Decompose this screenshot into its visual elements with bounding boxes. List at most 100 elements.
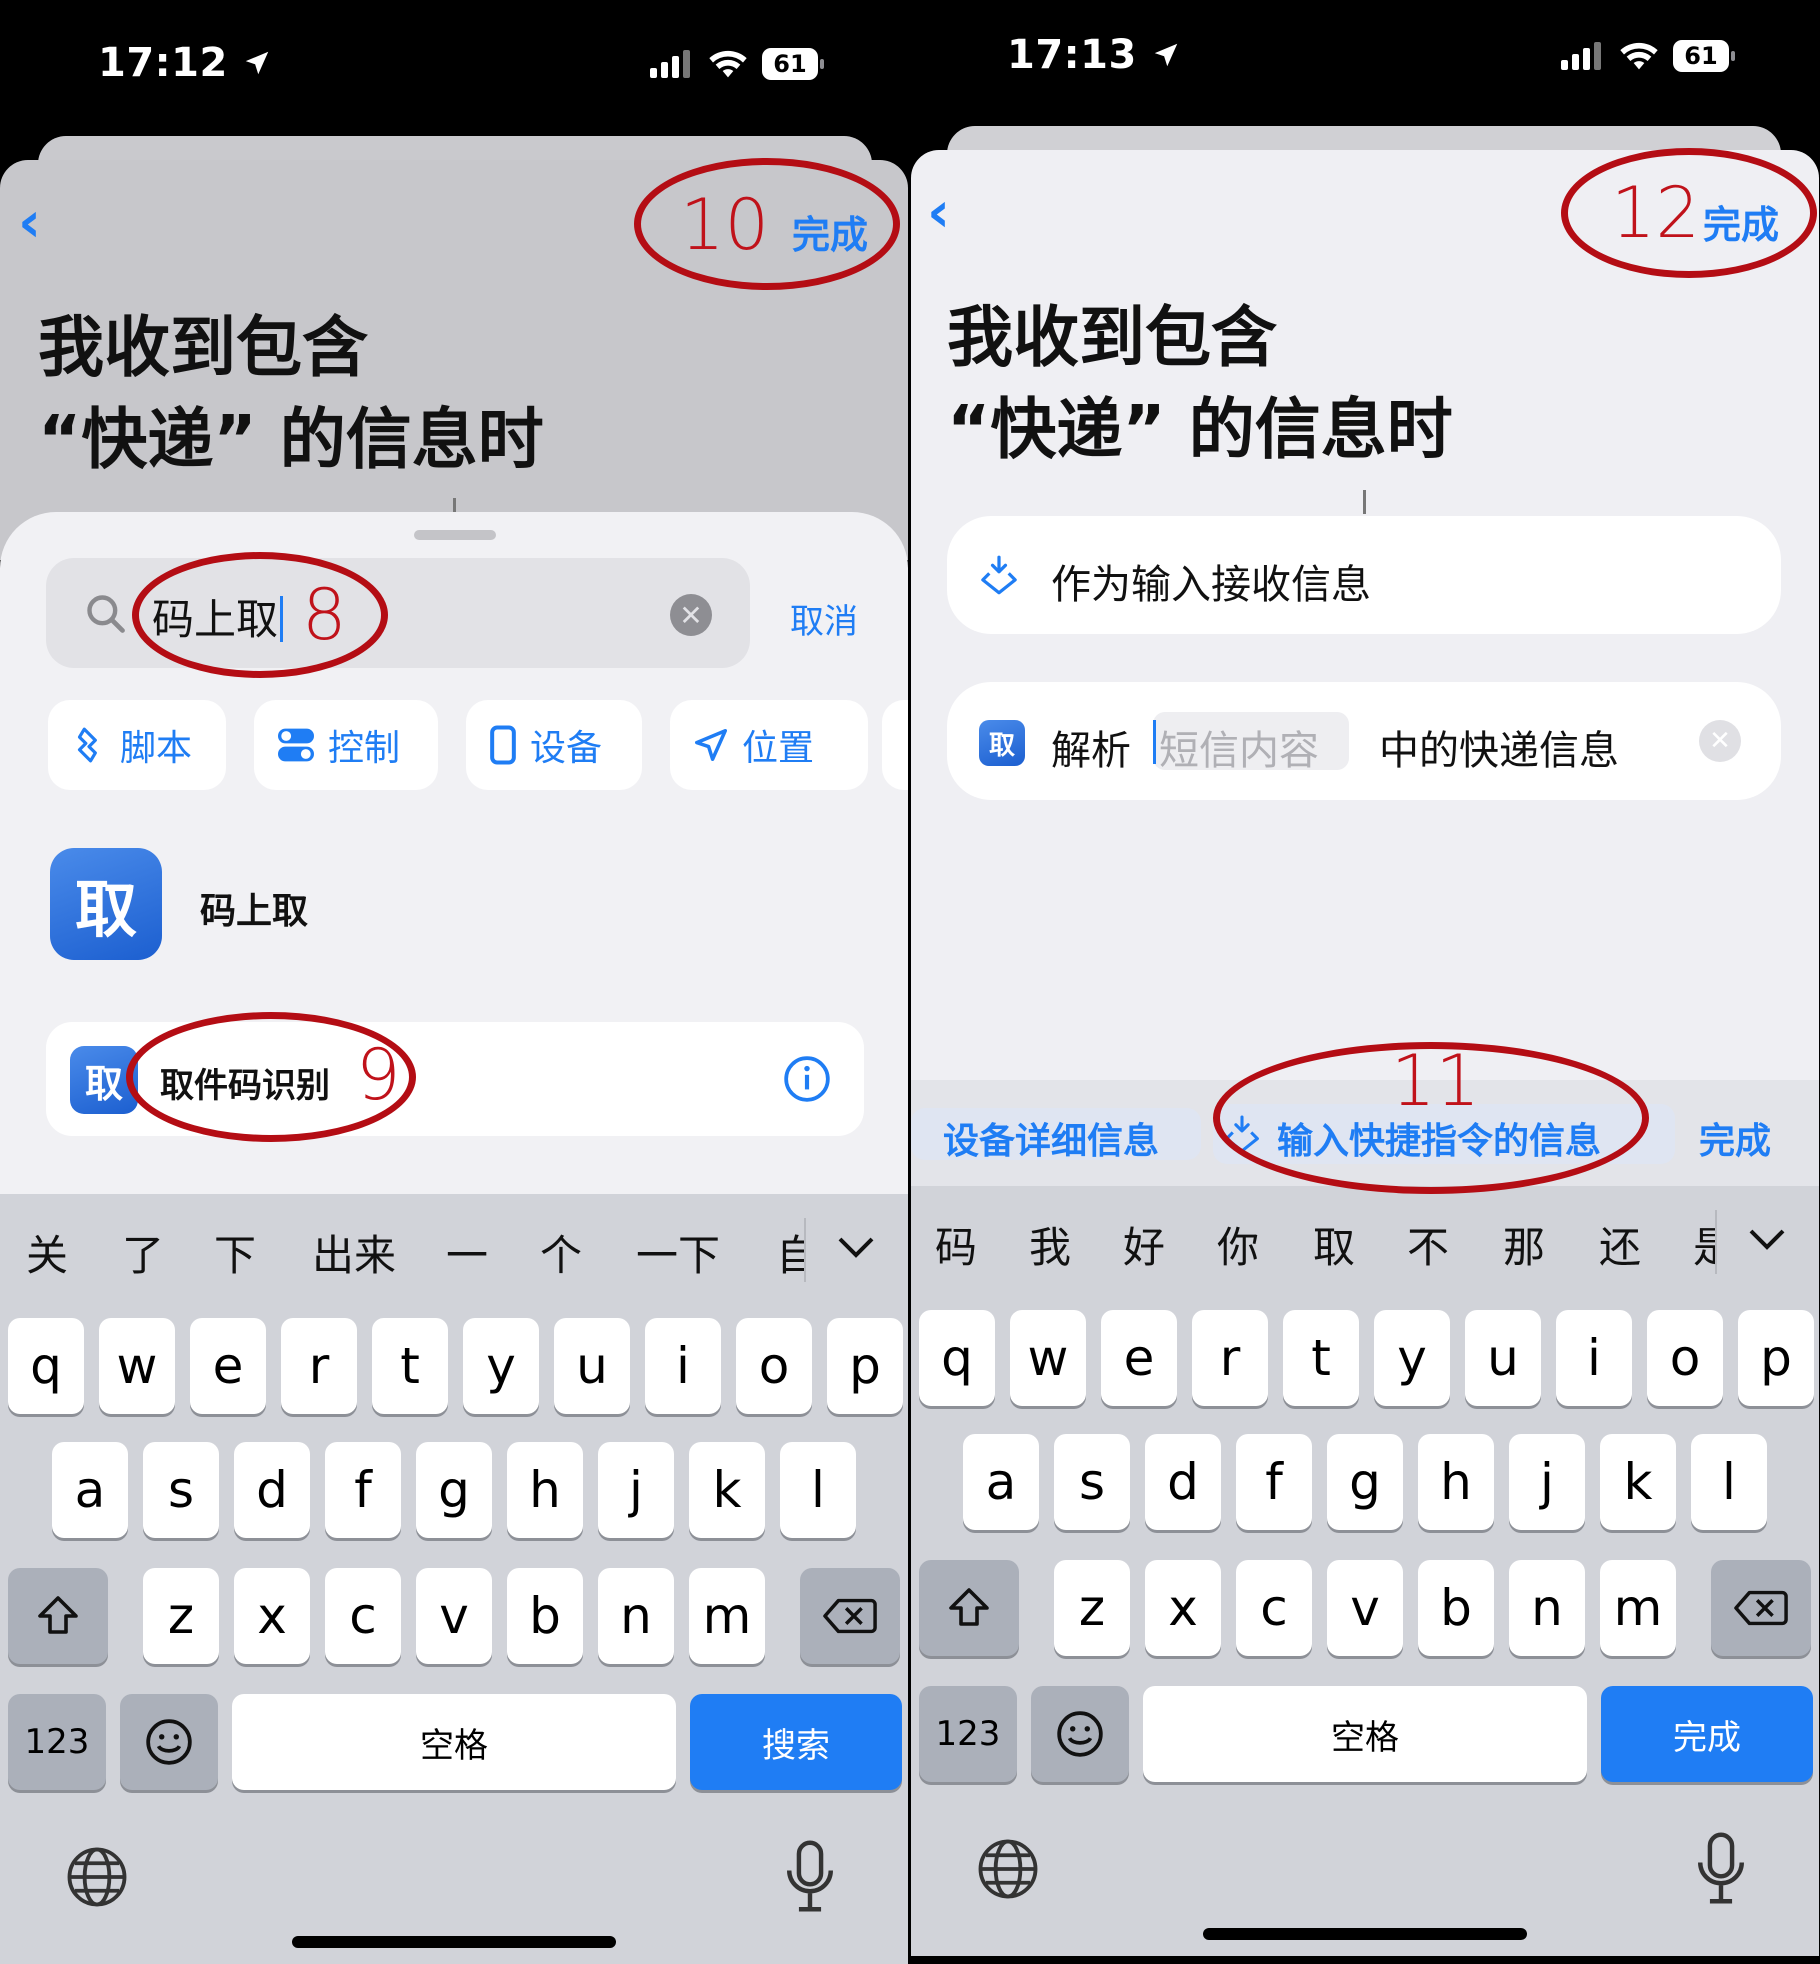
key-o[interactable]: o (736, 1318, 812, 1414)
key-g[interactable]: g (416, 1442, 492, 1538)
home-indicator[interactable] (292, 1936, 616, 1948)
chip-more[interactable] (882, 700, 908, 790)
key-j[interactable]: j (598, 1442, 674, 1538)
key-p[interactable]: p (1738, 1310, 1814, 1406)
space-key[interactable]: 空格 (232, 1694, 676, 1790)
key-k[interactable]: k (689, 1442, 765, 1538)
home-indicator[interactable] (1203, 1928, 1527, 1940)
chip-control[interactable]: 控制 (254, 700, 438, 790)
key-s[interactable]: s (1054, 1434, 1130, 1530)
key-g[interactable]: g (1327, 1434, 1403, 1530)
key-k[interactable]: k (1600, 1434, 1676, 1530)
key-c[interactable]: c (325, 1568, 401, 1664)
done-key[interactable]: 完成 (1601, 1686, 1813, 1782)
key-h[interactable]: h (1418, 1434, 1494, 1530)
key-j[interactable]: j (1509, 1434, 1585, 1530)
key-e[interactable]: e (190, 1318, 266, 1414)
candidate[interactable]: 码 (935, 1214, 977, 1275)
candidate[interactable]: 我 (1029, 1214, 1071, 1275)
action-parse-message[interactable]: 取 解析 短信内容 中的快递信息 ✕ (947, 682, 1781, 800)
candidate[interactable]: 关 (26, 1222, 68, 1283)
action-receive-input[interactable]: 作为输入接收信息 (947, 516, 1781, 634)
back-chevron-icon[interactable]: ‹ (927, 180, 950, 245)
key-x[interactable]: x (1145, 1560, 1221, 1656)
key-a[interactable]: a (963, 1434, 1039, 1530)
candidate[interactable]: 还 (1599, 1214, 1641, 1275)
key-m[interactable]: m (689, 1568, 765, 1664)
key-z[interactable]: z (143, 1568, 219, 1664)
emoji-key[interactable] (120, 1694, 218, 1790)
info-icon[interactable] (782, 1054, 832, 1104)
key-v[interactable]: v (1327, 1560, 1403, 1656)
candidate[interactable]: 出来 (312, 1222, 396, 1283)
delete-key[interactable] (1711, 1560, 1811, 1656)
key-b[interactable]: b (1418, 1560, 1494, 1656)
emoji-key[interactable] (1031, 1686, 1129, 1782)
globe-icon[interactable] (64, 1844, 130, 1910)
candidate[interactable]: 了 (122, 1222, 164, 1283)
key-s[interactable]: s (143, 1442, 219, 1538)
key-d[interactable]: d (1145, 1434, 1221, 1530)
key-q[interactable]: q (919, 1310, 995, 1406)
microphone-icon[interactable] (1693, 1832, 1749, 1904)
key-o[interactable]: o (1647, 1310, 1723, 1406)
candidate[interactable]: 那 (1503, 1214, 1545, 1275)
key-l[interactable]: l (780, 1442, 856, 1538)
parameter-field[interactable]: 短信内容 (1153, 712, 1349, 774)
candidate[interactable]: 下 (214, 1222, 256, 1283)
candidate[interactable]: 自 (776, 1222, 806, 1283)
delete-key[interactable] (800, 1568, 900, 1664)
key-n[interactable]: n (1509, 1560, 1585, 1656)
key-p[interactable]: p (827, 1318, 903, 1414)
chevron-down-icon[interactable] (836, 1234, 876, 1260)
key-a[interactable]: a (52, 1442, 128, 1538)
app-result-name[interactable]: 码上取 (200, 882, 308, 934)
key-v[interactable]: v (416, 1568, 492, 1664)
space-key[interactable]: 空格 (1143, 1686, 1587, 1782)
microphone-icon[interactable] (782, 1840, 838, 1912)
candidate[interactable]: 取 (1313, 1214, 1355, 1275)
key-i[interactable]: i (645, 1318, 721, 1414)
key-t[interactable]: t (1283, 1310, 1359, 1406)
chip-device[interactable]: 设备 (466, 700, 642, 790)
key-d[interactable]: d (234, 1442, 310, 1538)
candidate[interactable]: 一下 (636, 1222, 720, 1283)
key-r[interactable]: r (1192, 1310, 1268, 1406)
chevron-down-icon[interactable] (1747, 1226, 1787, 1252)
key-u[interactable]: u (554, 1318, 630, 1414)
key-q[interactable]: q (8, 1318, 84, 1414)
key-w[interactable]: w (99, 1318, 175, 1414)
key-n[interactable]: n (598, 1568, 674, 1664)
globe-icon[interactable] (975, 1836, 1041, 1902)
key-i[interactable]: i (1556, 1310, 1632, 1406)
candidate[interactable]: 个 (540, 1222, 582, 1283)
candidate[interactable]: 是 (1693, 1214, 1715, 1275)
remove-action-icon[interactable]: ✕ (1699, 720, 1741, 762)
key-l[interactable]: l (1691, 1434, 1767, 1530)
key-x[interactable]: x (234, 1568, 310, 1664)
key-m[interactable]: m (1600, 1560, 1676, 1656)
key-r[interactable]: r (281, 1318, 357, 1414)
cancel-button[interactable]: 取消 (790, 594, 858, 643)
key-y[interactable]: y (1374, 1310, 1450, 1406)
key-w[interactable]: w (1010, 1310, 1086, 1406)
key-f[interactable]: f (325, 1442, 401, 1538)
clear-search-icon[interactable]: ✕ (670, 594, 712, 636)
toolbar-done-button[interactable]: 完成 (1699, 1112, 1771, 1164)
chip-script[interactable]: 脚本 (48, 700, 226, 790)
app-icon-mashangqu[interactable]: 取 (50, 848, 162, 960)
shift-key[interactable] (919, 1560, 1019, 1656)
sheet-grabber[interactable] (414, 530, 496, 540)
numbers-key[interactable]: 123 (8, 1694, 106, 1790)
chip-location[interactable]: 位置 (670, 700, 868, 790)
key-c[interactable]: c (1236, 1560, 1312, 1656)
candidate[interactable]: 不 (1407, 1214, 1449, 1275)
candidate[interactable]: 一 (446, 1222, 488, 1283)
candidate[interactable]: 好 (1123, 1214, 1165, 1275)
search-key[interactable]: 搜索 (690, 1694, 902, 1790)
key-b[interactable]: b (507, 1568, 583, 1664)
shift-key[interactable] (8, 1568, 108, 1664)
back-chevron-icon[interactable]: ‹ (18, 190, 41, 255)
key-t[interactable]: t (372, 1318, 448, 1414)
device-details-chip[interactable]: 设备详细信息 (943, 1112, 1159, 1164)
